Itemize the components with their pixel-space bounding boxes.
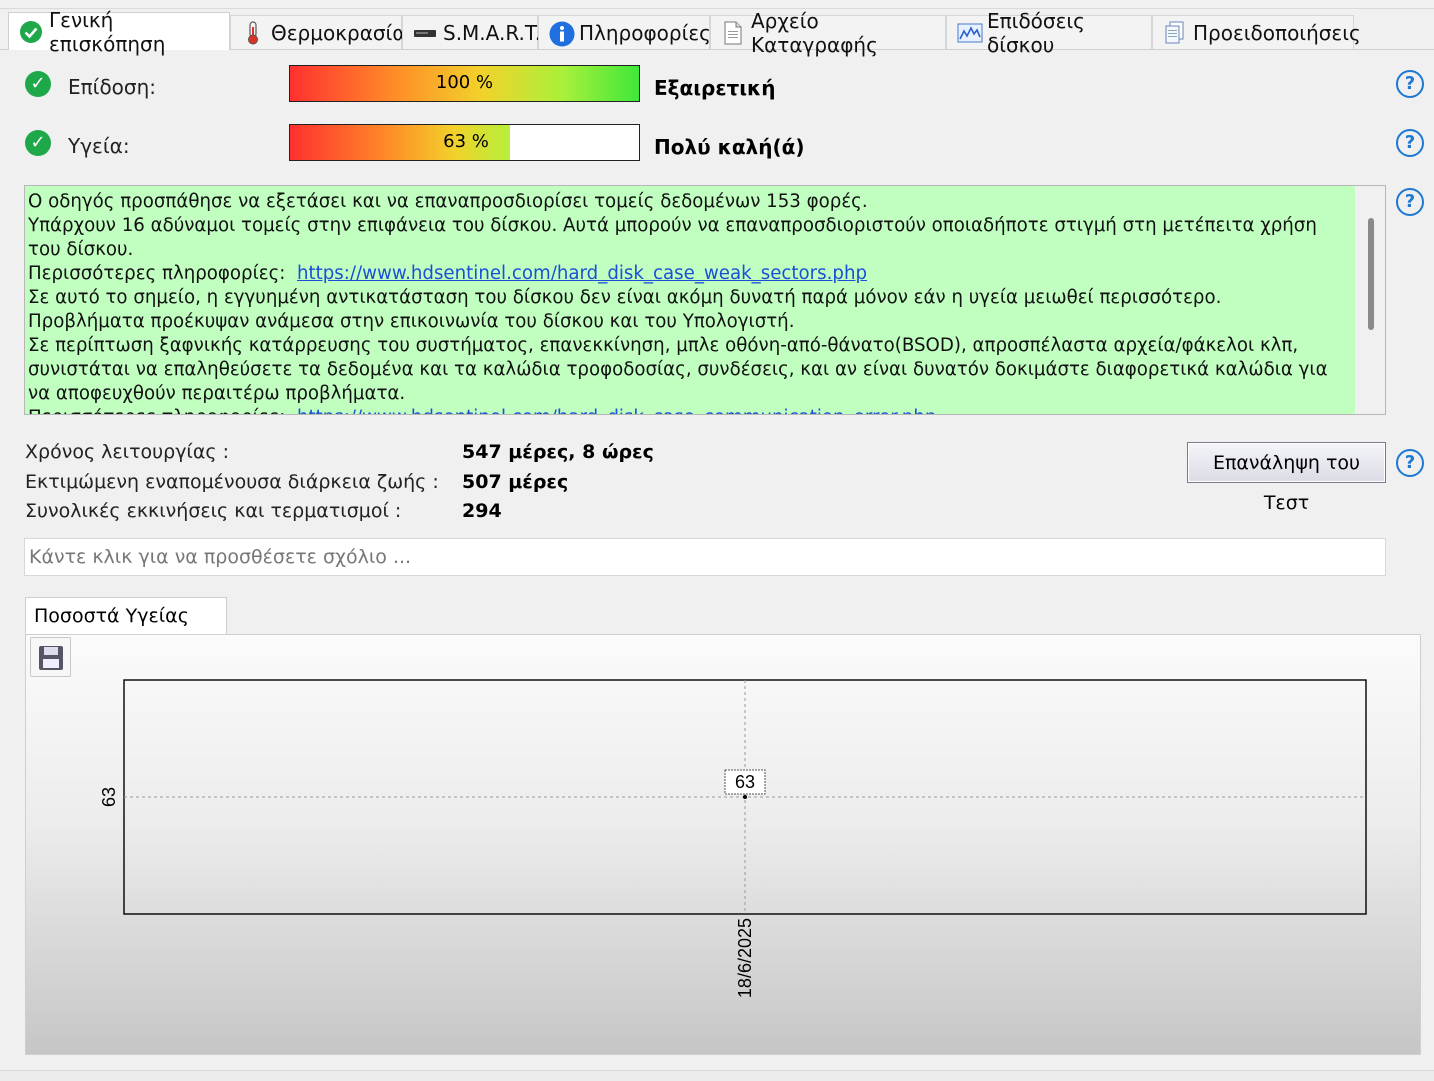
data-label: 63: [735, 772, 755, 792]
data-point: [743, 795, 747, 799]
health-chart: 63 63 18/6/2025: [99, 679, 1367, 998]
bottom-status-strip: [0, 1070, 1434, 1081]
y-tick-label: 63: [99, 787, 119, 807]
x-tick-label: 18/6/2025: [735, 918, 755, 998]
